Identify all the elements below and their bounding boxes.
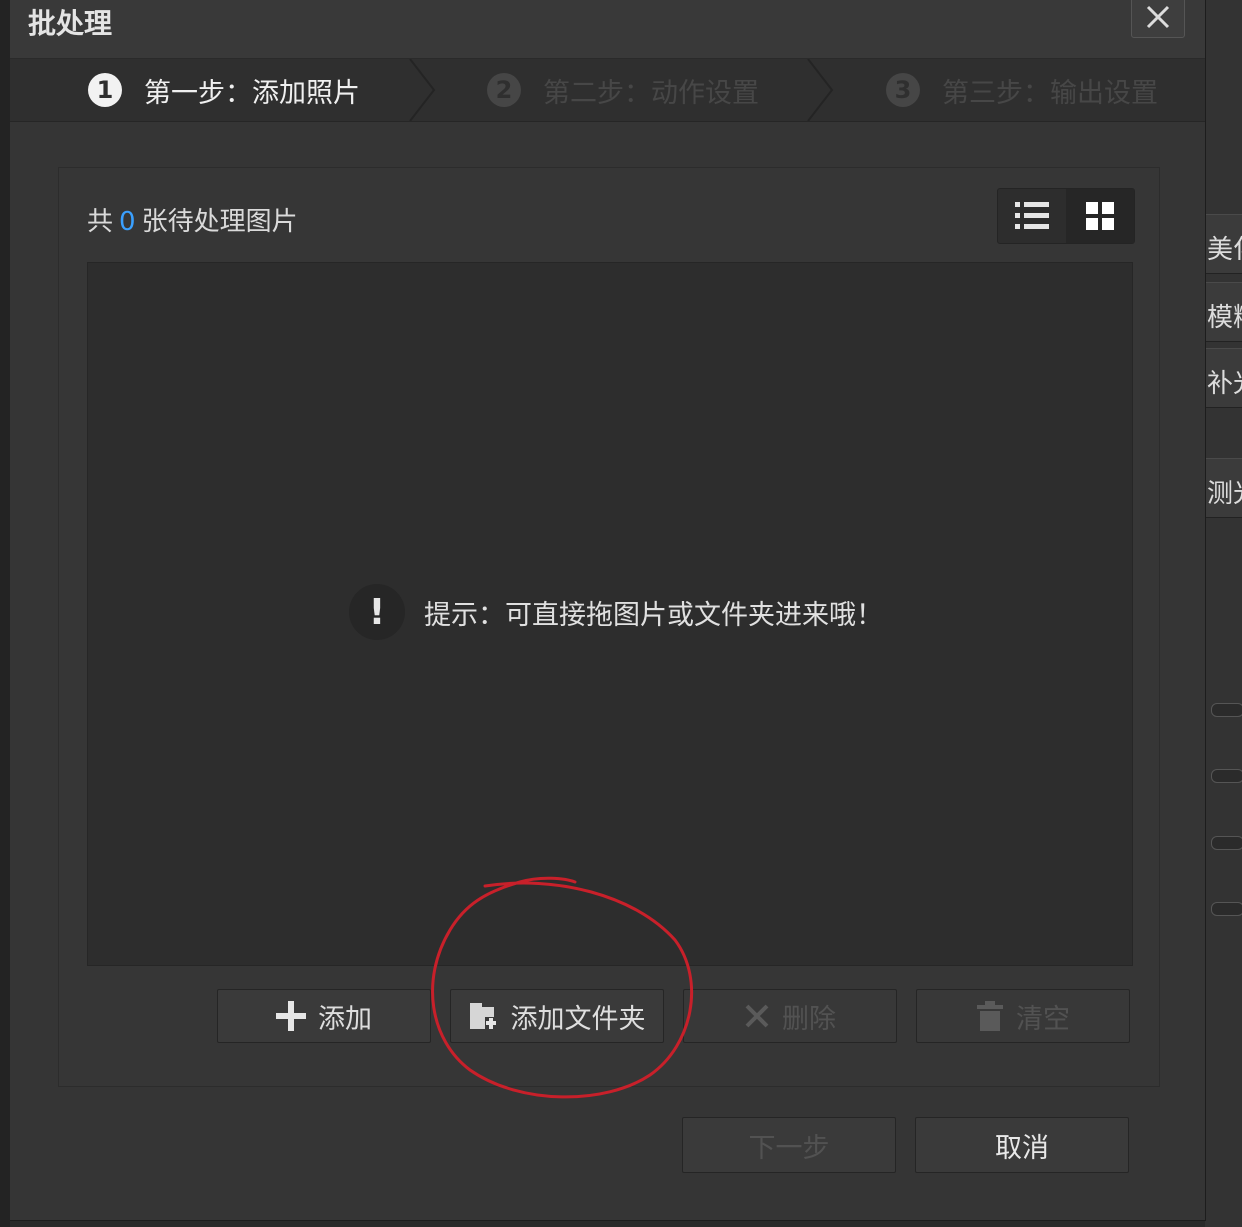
background-strip-item: 模糊	[1205, 282, 1242, 342]
grid-view-icon	[1086, 202, 1114, 230]
background-strip-item: 美化	[1205, 214, 1242, 274]
close-button[interactable]	[1131, 0, 1185, 38]
background-left-edge	[0, 0, 10, 1227]
add-folder-button[interactable]: 添加文件夹	[450, 989, 664, 1043]
batch-process-dialog: 批处理 1 第一步：添加照片 2 第二步：动作设置 3 第三步：输出设置 共0张…	[10, 0, 1206, 1221]
list-view-icon	[1015, 202, 1049, 229]
step-number-badge: 1	[88, 73, 122, 107]
background-strip-item: 测光	[1205, 458, 1242, 518]
count-value: 0	[119, 207, 136, 237]
background-strip-label: 测光	[1207, 479, 1242, 509]
background-strip-label: 美化	[1207, 235, 1242, 265]
step-label: 第一步：添加照片	[144, 77, 360, 109]
drop-hint-text: 提示：可直接拖图片或文件夹进来哦！	[424, 600, 883, 631]
clear-button[interactable]: 清空	[916, 989, 1130, 1043]
step-action-settings: 2 第二步：动作设置	[487, 59, 759, 121]
clear-button-label: 清空	[1016, 1003, 1070, 1035]
photo-list-panel: 共 0 张待处理图片 ! 提示：可直接拖图片或文件夹进来哦！ 添加 添加文件夹 …	[58, 167, 1160, 1087]
list-view-button[interactable]	[998, 189, 1066, 243]
trash-icon	[976, 1001, 1004, 1031]
count-prefix: 共	[87, 207, 114, 237]
add-button-label: 添加	[318, 1003, 372, 1035]
add-folder-icon	[469, 1001, 499, 1031]
step-number-badge: 3	[886, 73, 920, 107]
plus-icon	[276, 1001, 306, 1031]
background-strip-item: 补光	[1205, 348, 1242, 408]
background-slider	[1211, 703, 1242, 717]
background-strip-label: 补光	[1207, 369, 1242, 399]
x-icon	[744, 1003, 770, 1029]
step-separator-chevron-icon	[409, 59, 436, 121]
photo-count: 共 0 张待处理图片	[87, 201, 298, 238]
step-output-settings: 3 第三步：输出设置	[886, 59, 1158, 121]
background-slider	[1211, 902, 1242, 916]
dialog-title: 批处理	[28, 7, 113, 40]
add-button[interactable]: 添加	[217, 989, 431, 1043]
background-strip-label: 模糊	[1207, 303, 1242, 333]
step-separator-chevron-icon	[807, 59, 834, 121]
photo-drop-area[interactable]: ! 提示：可直接拖图片或文件夹进来哦！	[87, 262, 1133, 966]
step-label: 第二步：动作设置	[543, 77, 759, 109]
close-icon	[1146, 5, 1170, 29]
step-add-photos: 1 第一步：添加照片	[88, 59, 360, 121]
next-step-button[interactable]: 下一步	[682, 1117, 896, 1173]
add-folder-button-label: 添加文件夹	[510, 1003, 646, 1035]
step-label: 第三步：输出设置	[942, 77, 1158, 109]
view-mode-toggle	[997, 188, 1135, 244]
background-slider	[1211, 769, 1242, 783]
cancel-button[interactable]: 取消	[915, 1117, 1129, 1173]
step-number-badge: 2	[487, 73, 521, 107]
grid-view-button[interactable]	[1066, 189, 1134, 243]
delete-button-label: 删除	[782, 1003, 836, 1035]
exclamation-icon: !	[349, 584, 405, 640]
title-bar: 批处理	[10, 0, 1205, 59]
count-suffix: 张待处理图片	[141, 207, 298, 237]
steps-bar: 1 第一步：添加照片 2 第二步：动作设置 3 第三步：输出设置	[10, 59, 1205, 122]
background-slider	[1211, 836, 1242, 850]
background-app-panel: 美化 模糊 补光 测光	[1205, 0, 1242, 1227]
delete-button[interactable]: 删除	[683, 989, 897, 1043]
